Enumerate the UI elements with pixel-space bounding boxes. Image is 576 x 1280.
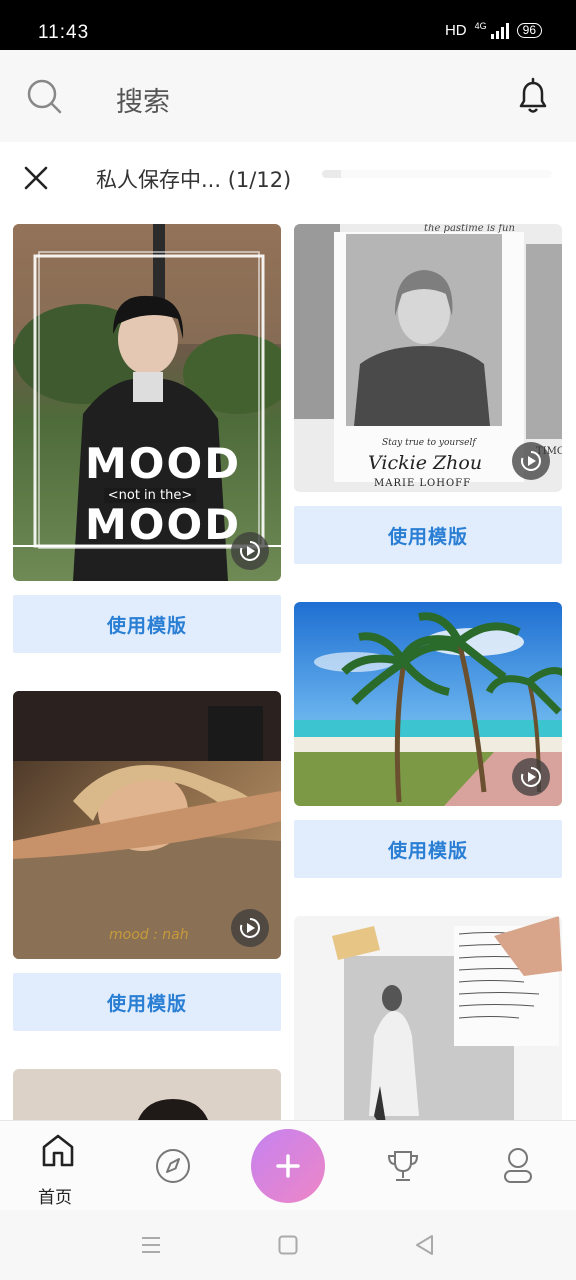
use-template-button[interactable]: 使用模版 (13, 595, 281, 653)
play-icon[interactable] (231, 909, 269, 947)
template-thumbnail-mood[interactable]: MOOD <not in the> MOOD (13, 224, 281, 581)
nav-home-label[interactable]: 首页 (38, 1183, 72, 1208)
bottom-nav: 首页 (0, 1120, 576, 1211)
save-progress (322, 170, 552, 178)
search-header: 搜索 (0, 50, 576, 143)
plus-icon (276, 1154, 300, 1178)
use-template-button[interactable]: 使用模版 (294, 506, 562, 564)
status-bar: 11:43 HD 4G 96 (0, 0, 576, 50)
template-thumbnail-beach[interactable] (294, 602, 562, 806)
mood-text-bottom: MOOD (85, 500, 242, 549)
compass-icon[interactable] (154, 1147, 192, 1185)
search-icon[interactable] (26, 78, 62, 114)
template-thumbnail-partial[interactable] (13, 1069, 281, 1120)
mood-overlay: MOOD <not in the> MOOD (85, 439, 242, 549)
search-input[interactable]: 搜索 (116, 80, 170, 119)
yearbook-name-line: MARIE LOHOFF (374, 478, 472, 489)
bell-icon[interactable] (514, 77, 552, 115)
profile-icon[interactable] (500, 1145, 536, 1185)
save-progress-bar: 私人保存中... (1/12) (0, 142, 576, 214)
battery-icon: 96 (516, 23, 542, 38)
trophy-icon[interactable] (384, 1147, 422, 1185)
template-thumbnail-yearbook[interactable]: the pastime is fun Stay true to yourself… (294, 224, 562, 492)
save-status-text: 私人保存中... (1/12) (96, 168, 292, 192)
play-icon[interactable] (512, 442, 550, 480)
nav-home[interactable] (32, 1133, 84, 1171)
signal-icon (490, 22, 509, 39)
create-button[interactable] (251, 1129, 325, 1203)
menu-icon[interactable] (141, 1236, 161, 1254)
yearbook-caption: Stay true to yourself (382, 438, 476, 448)
home-icon (42, 1134, 74, 1167)
mood-nah-text: mood : nah (109, 927, 189, 943)
status-icons: HD 4G 96 (444, 20, 542, 39)
use-template-button[interactable]: 使用模版 (13, 973, 281, 1031)
play-icon[interactable] (512, 758, 550, 796)
hd-indicator: HD (444, 22, 467, 39)
template-thumbnail-collage[interactable] (294, 916, 562, 1120)
clock: 11:43 (38, 22, 90, 43)
back-icon[interactable] (414, 1234, 434, 1256)
template-feed: 私人保存中... (1/12) MOOD <not in the> MOOD 使… (0, 142, 576, 1120)
yearbook-name: Vickie Zhou (368, 452, 483, 474)
mood-text-top: MOOD (85, 439, 242, 488)
save-progress-fill (322, 170, 342, 178)
yearbook-top-line: the pastime is fun (424, 224, 515, 234)
play-icon[interactable] (231, 532, 269, 570)
collage-photo (294, 916, 562, 1120)
close-icon[interactable] (22, 164, 50, 192)
use-template-button[interactable]: 使用模版 (294, 820, 562, 878)
template-thumbnail-mood-nah[interactable]: mood : nah (13, 691, 281, 959)
partial-photo (13, 1069, 281, 1120)
network-type: 4G (474, 20, 487, 31)
square-icon[interactable] (278, 1235, 298, 1255)
system-nav-bar (0, 1210, 576, 1280)
